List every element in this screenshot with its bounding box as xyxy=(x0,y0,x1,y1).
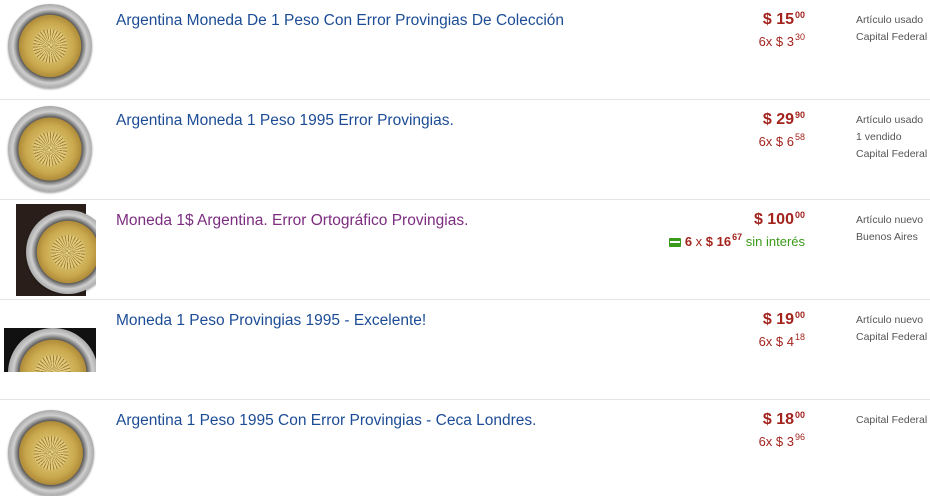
coin-image xyxy=(8,4,92,88)
results-list: Argentina Moneda De 1 Peso Con Error Pro… xyxy=(0,0,930,496)
list-item[interactable]: Moneda 1 Peso Provingias 1995 - Excelent… xyxy=(0,300,930,400)
item-price: $ 2990 xyxy=(762,110,805,128)
price-block: $ 1500 6x $ 330 xyxy=(759,10,805,49)
item-price: $ 1900 xyxy=(762,310,805,328)
item-sold-count: 1 vendido xyxy=(856,131,902,143)
item-title-link[interactable]: Argentina Moneda De 1 Peso Con Error Pro… xyxy=(116,12,564,30)
item-price: $ 1800 xyxy=(762,410,805,428)
credit-card-icon xyxy=(668,238,681,247)
list-item[interactable]: Moneda 1$ Argentina. Error Ortográfico P… xyxy=(0,200,930,300)
item-location: Capital Federal xyxy=(856,148,928,160)
item-location: Capital Federal xyxy=(856,31,928,43)
item-meta: Capital Federal xyxy=(856,412,927,429)
price-block: $ 1900 6x $ 418 xyxy=(759,310,805,349)
item-meta: Artículo usado Capital Federal xyxy=(856,12,927,46)
item-location: Capital Federal xyxy=(856,331,928,343)
price-block: $ 1800 6x $ 396 xyxy=(759,410,805,449)
item-installments: 6x $ 330 xyxy=(758,32,805,49)
item-price: $ 10000 xyxy=(753,210,805,228)
item-condition: Artículo nuevo xyxy=(856,314,924,326)
item-condition: Artículo nuevo xyxy=(856,214,924,226)
item-meta: Artículo usado 1 vendido Capital Federal xyxy=(856,112,927,163)
coin-image xyxy=(8,106,92,192)
item-thumbnail[interactable] xyxy=(4,404,96,496)
item-title-link[interactable]: Moneda 1 Peso Provingias 1995 - Excelent… xyxy=(116,312,426,330)
list-item[interactable]: Argentina 1 Peso 1995 Con Error Provingi… xyxy=(0,400,930,496)
item-title-link[interactable]: Moneda 1$ Argentina. Error Ortográfico P… xyxy=(116,212,468,230)
item-installments: 6 x $ 1667 sin interés xyxy=(668,232,805,249)
item-title-link[interactable]: Argentina Moneda 1 Peso 1995 Error Provi… xyxy=(116,112,454,130)
item-price: $ 1500 xyxy=(762,10,805,28)
item-location: Capital Federal xyxy=(856,414,928,426)
item-meta: Artículo nuevo Buenos Aires xyxy=(856,212,923,246)
item-thumbnail[interactable] xyxy=(4,104,96,196)
item-condition: Artículo usado xyxy=(856,114,924,126)
price-block: $ 10000 6 x $ 1667 sin interés xyxy=(668,210,805,249)
item-thumbnail[interactable] xyxy=(4,204,96,296)
item-meta: Artículo nuevo Capital Federal xyxy=(856,312,927,346)
item-thumbnail[interactable] xyxy=(4,0,96,92)
coin-image xyxy=(8,328,96,372)
list-item[interactable]: Argentina Moneda 1 Peso 1995 Error Provi… xyxy=(0,100,930,200)
item-location: Buenos Aires xyxy=(856,231,918,243)
item-installments: 6x $ 418 xyxy=(758,332,805,349)
item-condition: Artículo usado xyxy=(856,14,924,26)
item-thumbnail[interactable] xyxy=(4,328,96,372)
interest-free-label: sin interés xyxy=(745,234,805,249)
item-title-link[interactable]: Argentina 1 Peso 1995 Con Error Provingi… xyxy=(116,412,536,430)
price-block: $ 2990 6x $ 658 xyxy=(759,110,805,149)
item-installments: 6x $ 658 xyxy=(758,132,805,149)
item-installments: 6x $ 396 xyxy=(758,432,805,449)
list-item[interactable]: Argentina Moneda De 1 Peso Con Error Pro… xyxy=(0,0,930,100)
coin-image xyxy=(8,410,94,496)
